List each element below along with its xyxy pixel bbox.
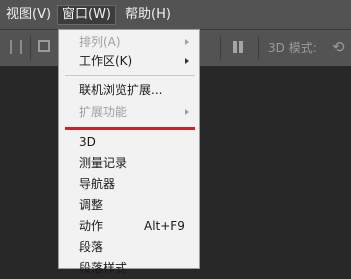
menu-item-extensions: 扩展功能 bbox=[59, 102, 199, 123]
menu-view[interactable]: 视图(V) bbox=[2, 5, 55, 25]
menu-bar: 视图(V) 窗口(W) 帮助(H) bbox=[0, 0, 351, 30]
submenu-arrow-icon bbox=[185, 39, 189, 45]
red-highlight-line bbox=[65, 127, 195, 130]
menu-item-label: 导航器 bbox=[79, 177, 116, 191]
menu-item-label: 3D bbox=[79, 135, 96, 149]
menu-item-label: 排列(A) bbox=[79, 35, 121, 49]
3d-mode-label: 3D 模式: bbox=[268, 41, 317, 55]
menu-item-actions[interactable]: 动作 Alt+F9 bbox=[59, 216, 199, 237]
window-menu-dropdown: 排列(A) 工作区(K) 联机浏览扩展... 扩展功能 3D 测量记录 导航器 … bbox=[58, 29, 200, 275]
toolbar-divider bbox=[220, 36, 221, 60]
distribute-icon[interactable] bbox=[233, 41, 243, 53]
menu-item-shortcut: Alt+F9 bbox=[144, 219, 185, 233]
menu-item-3d[interactable]: 3D bbox=[59, 132, 199, 153]
toolbar-divider bbox=[30, 36, 31, 60]
menu-item-arrange: 排列(A) bbox=[59, 32, 199, 53]
menu-item-label: 动作 bbox=[79, 219, 104, 233]
menu-item-label: 扩展功能 bbox=[79, 105, 128, 119]
menu-item-paragraph[interactable]: 段落 bbox=[59, 237, 199, 258]
menu-item-label: 工作区(K) bbox=[79, 54, 133, 68]
3d-rotate-icon[interactable]: ⟲ bbox=[332, 38, 345, 56]
menu-item-measurement-log[interactable]: 测量记录 bbox=[59, 153, 199, 174]
menu-item-label: 联机浏览扩展... bbox=[79, 83, 163, 97]
submenu-arrow-icon bbox=[185, 109, 189, 115]
menu-item-label: 调整 bbox=[79, 198, 104, 212]
submenu-arrow-icon bbox=[185, 58, 189, 64]
menu-window[interactable]: 窗口(W) bbox=[57, 5, 116, 25]
menu-item-label: 段落样式 bbox=[79, 261, 128, 275]
toolbar-divider bbox=[258, 36, 259, 60]
menu-item-label: 段落 bbox=[79, 240, 104, 254]
menu-item-navigator[interactable]: 导航器 bbox=[59, 174, 199, 195]
tool-icon[interactable] bbox=[38, 40, 50, 52]
menu-item-workspace[interactable]: 工作区(K) bbox=[59, 51, 199, 72]
menu-item-browse-extensions[interactable]: 联机浏览扩展... bbox=[59, 80, 199, 101]
menu-separator bbox=[65, 75, 195, 76]
menu-item-label: 测量记录 bbox=[79, 156, 128, 170]
menu-item-paragraph-styles[interactable]: 段落样式 bbox=[59, 258, 199, 279]
menu-item-adjustments[interactable]: 调整 bbox=[59, 195, 199, 216]
menu-help[interactable]: 帮助(H) bbox=[121, 5, 175, 25]
toolbar-grip-icon[interactable] bbox=[10, 40, 22, 54]
